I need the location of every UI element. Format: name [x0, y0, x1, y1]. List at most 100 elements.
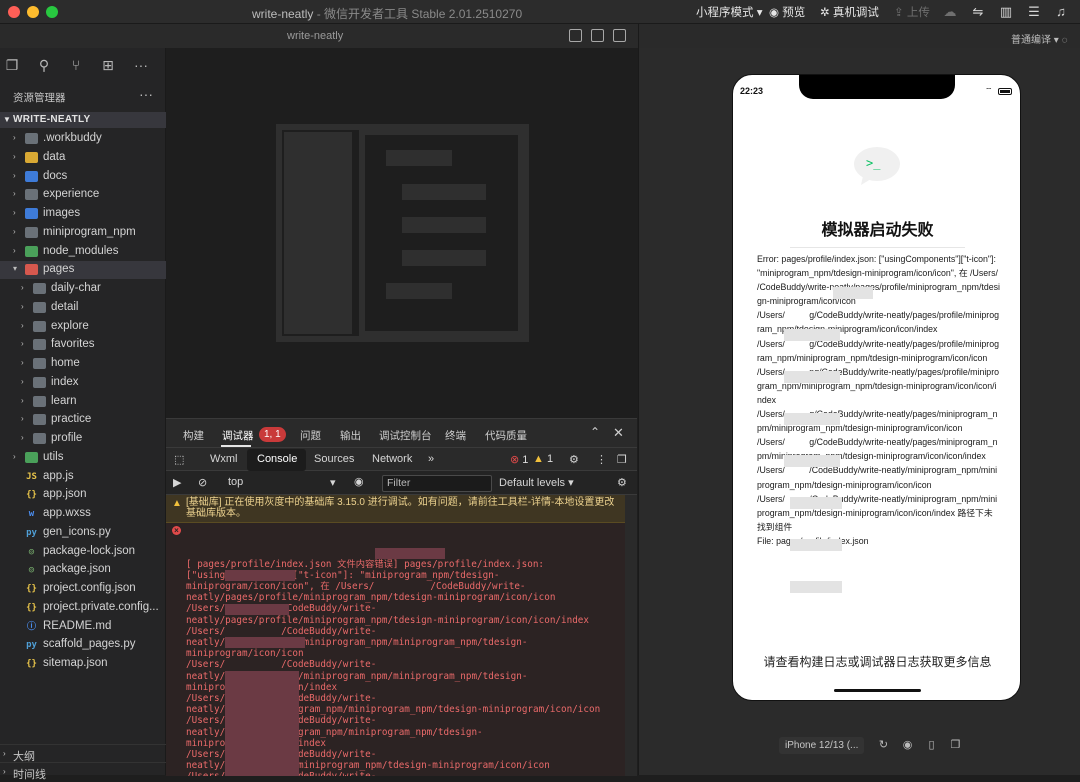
- tree-item[interactable]: › home: [0, 355, 166, 373]
- mode-dropdown[interactable]: 小程序模式 ▾: [696, 4, 762, 20]
- tree-item[interactable]: {} project.config.json: [0, 580, 166, 598]
- battery-icon: [998, 88, 1012, 95]
- search-icon[interactable]: ⚲: [36, 57, 52, 73]
- source-control-icon[interactable]: ⑂: [68, 57, 84, 73]
- tree-item[interactable]: {} app.json: [0, 486, 166, 504]
- warning-count-icon[interactable]: ▲ 1: [533, 453, 553, 465]
- toggle-panel-icon[interactable]: [591, 29, 604, 42]
- toggle-sidebar-icon[interactable]: [569, 29, 582, 42]
- console-scrollbar[interactable]: [625, 495, 637, 776]
- kebab-menu-icon[interactable]: ⋮: [596, 453, 607, 466]
- tree-item[interactable]: › detail: [0, 299, 166, 317]
- context-select[interactable]: top ▾: [228, 476, 336, 489]
- device-debug-button[interactable]: ✲ 真机调试: [820, 4, 879, 20]
- tree-item[interactable]: ◎ package-lock.json: [0, 543, 166, 561]
- filter-input[interactable]: Filter: [382, 475, 492, 492]
- sidebar-toggle-icon[interactable]: ▶: [173, 476, 181, 489]
- tree-item[interactable]: › favorites: [0, 336, 166, 354]
- upload-button[interactable]: ⇪ 上传: [894, 4, 930, 20]
- outline-section[interactable]: › 大纲: [0, 744, 166, 763]
- tree-item[interactable]: ▾ pages: [0, 261, 166, 279]
- tree-item[interactable]: › experience: [0, 186, 166, 204]
- subtab-sources[interactable]: Sources: [314, 453, 354, 465]
- popout-icon[interactable]: ❐: [949, 739, 962, 752]
- more-tabs-icon[interactable]: »: [428, 453, 434, 465]
- tree-item[interactable]: py gen_icons.py: [0, 524, 166, 542]
- tab-debugger[interactable]: 调试器: [222, 428, 254, 443]
- tree-item[interactable]: › profile: [0, 430, 166, 448]
- close-panel-icon[interactable]: ✕: [613, 425, 624, 441]
- close-window-button[interactable]: [8, 6, 20, 18]
- tree-item[interactable]: › practice: [0, 411, 166, 429]
- tree-item[interactable]: › images: [0, 205, 166, 223]
- json-file-icon: {}: [26, 584, 37, 594]
- project-root[interactable]: ▼ WRITE-NEATLY: [0, 112, 166, 128]
- simulator-topbar: 普通编译 ▾ ◌: [639, 24, 1080, 48]
- tree-item[interactable]: {} sitemap.json: [0, 655, 166, 673]
- clear-console-icon[interactable]: ⊘: [198, 476, 207, 489]
- dock-icon[interactable]: ❐: [617, 453, 627, 466]
- tree-item[interactable]: JS app.js: [0, 468, 166, 486]
- log-levels-dropdown[interactable]: Default levels ▾: [499, 476, 574, 489]
- timeline-section[interactable]: › 时间线: [0, 762, 166, 781]
- toggle-split-icon[interactable]: [613, 29, 626, 42]
- details-icon[interactable]: ☰: [1026, 4, 1042, 20]
- subtab-wxml[interactable]: Wxml: [210, 453, 238, 465]
- subtab-console[interactable]: Console: [257, 453, 297, 465]
- tree-item[interactable]: › daily-char: [0, 280, 166, 298]
- live-expression-eye-icon[interactable]: ◉: [354, 475, 364, 488]
- cloud-icon[interactable]: ☁: [942, 4, 958, 20]
- extensions-icon[interactable]: ⊞: [100, 57, 116, 73]
- tab-build[interactable]: 构建: [183, 428, 204, 443]
- more-icon[interactable]: ···: [133, 57, 149, 73]
- phone-icon[interactable]: ▯: [925, 739, 938, 752]
- folder-icon: [25, 152, 38, 163]
- compile-mode-dropdown[interactable]: 普通编译 ▾ ◌: [1011, 31, 1068, 46]
- preview-button[interactable]: ◉ 预览: [769, 4, 805, 20]
- tree-item[interactable]: {} project.private.config...: [0, 599, 166, 617]
- tree-item[interactable]: w app.wxss: [0, 505, 166, 523]
- settings-gear-icon[interactable]: ⚙: [569, 453, 579, 466]
- subtab-network[interactable]: Network: [372, 453, 412, 465]
- explorer-more-button[interactable]: ···: [139, 86, 153, 102]
- tree-item[interactable]: › explore: [0, 318, 166, 336]
- folder-icon: [33, 339, 46, 350]
- layout-icon[interactable]: ▥: [998, 4, 1014, 20]
- tab-problems[interactable]: 问题: [300, 428, 321, 443]
- refresh-icon[interactable]: ↻: [877, 739, 890, 752]
- redacted-block: [790, 539, 842, 551]
- tree-item[interactable]: › node_modules: [0, 243, 166, 261]
- error-count-icon[interactable]: ⊗ 1: [510, 453, 528, 466]
- tree-item[interactable]: › .workbuddy: [0, 130, 166, 148]
- tree-item[interactable]: › docs: [0, 168, 166, 186]
- notification-bell-icon[interactable]: ♫: [1053, 4, 1069, 20]
- phone-frame: 22:23 ⌔ >_ 模拟器启动失败 Error: pages/profile/…: [732, 74, 1021, 701]
- files-icon[interactable]: ❐: [4, 57, 20, 73]
- tree-item[interactable]: › data: [0, 149, 166, 167]
- tree-item[interactable]: ◎ package.json: [0, 561, 166, 579]
- minimize-window-button[interactable]: [27, 6, 39, 18]
- tree-item[interactable]: › index: [0, 374, 166, 392]
- tree-item[interactable]: py scaffold_pages.py: [0, 636, 166, 654]
- device-select[interactable]: iPhone 12/13 (...: [779, 737, 865, 754]
- tab-output[interactable]: 输出: [340, 428, 361, 443]
- tree-item[interactable]: › utils: [0, 449, 166, 467]
- tree-item-label: gen_icons.py: [43, 526, 111, 538]
- console-settings-icon[interactable]: ⚙: [617, 476, 627, 489]
- tree-item[interactable]: › miniprogram_npm: [0, 224, 166, 242]
- tree-item-label: sitemap.json: [43, 657, 108, 669]
- package-file-icon: ◎: [28, 547, 35, 557]
- tab-code-quality[interactable]: 代码质量: [485, 428, 527, 443]
- collapse-panel-icon[interactable]: ⌃: [590, 425, 600, 439]
- tree-item[interactable]: ⓘ README.md: [0, 618, 166, 636]
- version-manage-icon[interactable]: ⇋: [970, 4, 986, 20]
- tree-item-label: .workbuddy: [43, 132, 102, 144]
- tree-item[interactable]: › learn: [0, 393, 166, 411]
- tab-debug-console[interactable]: 调试控制台: [379, 428, 432, 443]
- inspect-element-icon[interactable]: ⬚: [174, 453, 184, 466]
- redacted-block: [225, 671, 299, 776]
- zoom-window-button[interactable]: [46, 6, 58, 18]
- tab-terminal[interactable]: 终端: [445, 428, 466, 443]
- editor-placeholder-logo: [276, 124, 529, 342]
- stop-icon[interactable]: ◉: [901, 739, 914, 752]
